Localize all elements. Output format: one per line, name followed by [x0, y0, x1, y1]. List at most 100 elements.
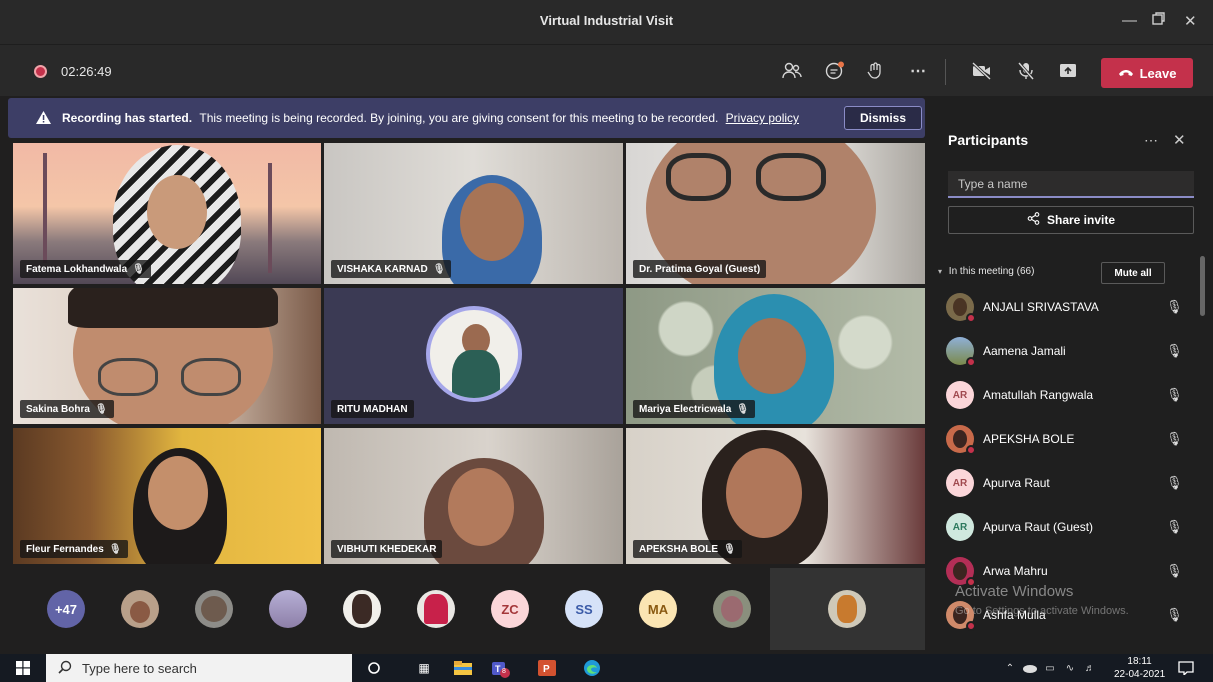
activation-watermark-text: Go to Settings to activate Windows. [955, 605, 1129, 617]
task-view-icon[interactable]: ▦ [414, 658, 434, 678]
recording-icon [34, 65, 47, 78]
banner-bold-text: Recording has started. [62, 111, 193, 125]
participant-face [147, 175, 207, 249]
leave-button[interactable]: Leave [1101, 58, 1193, 88]
taskbar-search-box[interactable]: Type here to search [46, 654, 352, 682]
in-meeting-section-header[interactable]: ▾ In this meeting (66) [938, 266, 1034, 277]
taskbar-clock[interactable]: 18:11 22-04-2021 [1114, 655, 1165, 681]
avatar[interactable] [269, 590, 307, 628]
video-tile[interactable]: VISHAKA KARNAD 🎙︎ [324, 143, 623, 284]
battery-icon[interactable]: ▭ [1040, 658, 1060, 678]
close-icon[interactable]: ✕ [1173, 131, 1186, 149]
mic-off-icon: 🎙︎ [736, 403, 749, 415]
participant-row[interactable]: ANJALI SRIVASTAVA 🎙︎ [946, 292, 1186, 323]
tile-name: VISHAKA KARNAD [337, 263, 428, 275]
avatar[interactable]: MA [639, 590, 677, 628]
video-tile[interactable]: APEKSHA BOLE 🎙︎ [626, 428, 925, 564]
participant-name: ANJALI SRIVASTAVA [983, 300, 1099, 314]
participant-name: Apurva Raut [983, 476, 1050, 490]
chevron-down-icon: ▾ [938, 267, 943, 276]
wifi-icon[interactable]: ∿ [1060, 658, 1080, 678]
video-tile[interactable]: VIBHUTI KHEDEKAR [324, 428, 623, 564]
share-screen-icon[interactable] [1056, 59, 1080, 83]
avatar: AR [946, 381, 974, 409]
video-tile[interactable]: RITU MADHAN [324, 288, 623, 424]
powerpoint-icon[interactable]: P [537, 658, 557, 678]
mic-off-icon: 🎙︎ [1166, 475, 1183, 490]
participant-row[interactable]: AR Amatullah Rangwala 🎙︎ [946, 380, 1186, 410]
avatar [828, 590, 866, 628]
more-options-icon[interactable]: ⋯ [1144, 132, 1158, 149]
avatar[interactable] [713, 590, 751, 628]
participants-icon[interactable] [780, 59, 804, 83]
more-options-icon[interactable]: ⋯ [906, 59, 930, 83]
avatar[interactable]: SS [565, 590, 603, 628]
mic-off-icon: 🎙︎ [1166, 343, 1183, 358]
video-tile[interactable]: Sakina Bohra 🎙︎ [13, 288, 321, 424]
volume-icon[interactable]: ♬ [1080, 658, 1100, 678]
banner-text: This meeting is being recorded. By joini… [199, 111, 719, 125]
glasses-lens [98, 358, 158, 396]
tile-name: Fatema Lokhandwala [26, 263, 128, 275]
participant-row[interactable]: AR Apurva Raut (Guest) 🎙︎ [946, 512, 1186, 542]
participant-search-input[interactable] [948, 171, 1194, 198]
participant-row[interactable]: AR Apurva Raut 🎙︎ [946, 468, 1186, 498]
avatar[interactable] [343, 590, 381, 628]
participant-row[interactable]: Aamena Jamali 🎙︎ [946, 336, 1186, 367]
windows-start-icon[interactable] [13, 658, 33, 678]
share-invite-button[interactable]: Share invite [948, 206, 1194, 234]
minimize-icon[interactable]: — [1122, 12, 1137, 29]
avatar [946, 293, 976, 323]
participant-face [448, 468, 514, 546]
participant-name: Aamena Jamali [983, 344, 1066, 358]
tile-name: RITU MADHAN [337, 403, 408, 415]
notification-icon[interactable] [1176, 658, 1196, 678]
mic-off-icon: 🎙︎ [1166, 431, 1183, 446]
avatar [946, 425, 976, 455]
participant-face [460, 183, 524, 261]
cloud-icon[interactable] [1020, 658, 1040, 678]
teams-app-icon[interactable]: T 8 [490, 658, 510, 678]
reactions-icon[interactable] [864, 59, 888, 83]
dismiss-button[interactable]: Dismiss [844, 106, 922, 130]
file-explorer-icon[interactable] [453, 658, 473, 678]
avatar [426, 306, 522, 402]
mute-all-button[interactable]: Mute all [1101, 262, 1165, 284]
avatar[interactable] [121, 590, 159, 628]
mic-off-icon: 🎙︎ [132, 263, 145, 275]
mic-off-icon[interactable] [1014, 59, 1038, 83]
video-tile[interactable]: Fleur Fernandes 🎙︎ [13, 428, 321, 564]
tile-name-tag: Fatema Lokhandwala 🎙︎ [20, 260, 151, 278]
mic-off-icon: 🎙︎ [94, 403, 108, 415]
self-view[interactable] [770, 568, 925, 650]
clock-date: 22-04-2021 [1114, 669, 1166, 680]
chat-icon[interactable] [823, 59, 847, 83]
camera-off-icon[interactable] [970, 59, 994, 83]
close-window-icon[interactable]: ✕ [1184, 12, 1197, 30]
banner-message: Recording has started. This meeting is b… [62, 111, 799, 125]
restore-icon[interactable] [1152, 12, 1165, 29]
cortana-icon[interactable] [364, 658, 384, 678]
video-tile[interactable]: Dr. Pratima Goyal (Guest) [626, 143, 925, 284]
more-participants-chip[interactable]: +47 [47, 590, 85, 628]
participant-name: Apurva Raut (Guest) [983, 520, 1094, 534]
avatar[interactable]: ZC [491, 590, 529, 628]
participant-row[interactable]: APEKSHA BOLE 🎙︎ [946, 424, 1186, 455]
participant-strip: +47 ZC SS MA [8, 566, 925, 650]
participants-panel: Participants ⋯ ✕ Share invite ▾ In this … [930, 96, 1213, 654]
avatar[interactable] [417, 590, 455, 628]
glasses-lens [666, 153, 731, 201]
title-bar: Virtual Industrial Visit — ✕ [0, 0, 1213, 44]
window-title: Virtual Industrial Visit [539, 13, 674, 28]
scrollbar[interactable] [1200, 256, 1205, 316]
privacy-policy-link[interactable]: Privacy policy [726, 111, 799, 125]
video-tile[interactable]: Fatema Lokhandwala 🎙︎ [13, 143, 321, 284]
edge-browser-icon[interactable] [582, 658, 602, 678]
avatar[interactable] [195, 590, 233, 628]
activation-watermark-title: Activate Windows [955, 583, 1074, 600]
teams-meeting-window: Virtual Industrial Visit — ✕ 02:26:49 ⋯ [0, 0, 1213, 682]
avatar [946, 557, 976, 587]
video-tile[interactable]: Mariya Electricwala 🎙︎ [626, 288, 925, 424]
participant-row[interactable]: Arwa Mahru 🎙︎ [946, 556, 1186, 587]
chevron-up-icon[interactable]: ⌃ [1000, 658, 1020, 678]
